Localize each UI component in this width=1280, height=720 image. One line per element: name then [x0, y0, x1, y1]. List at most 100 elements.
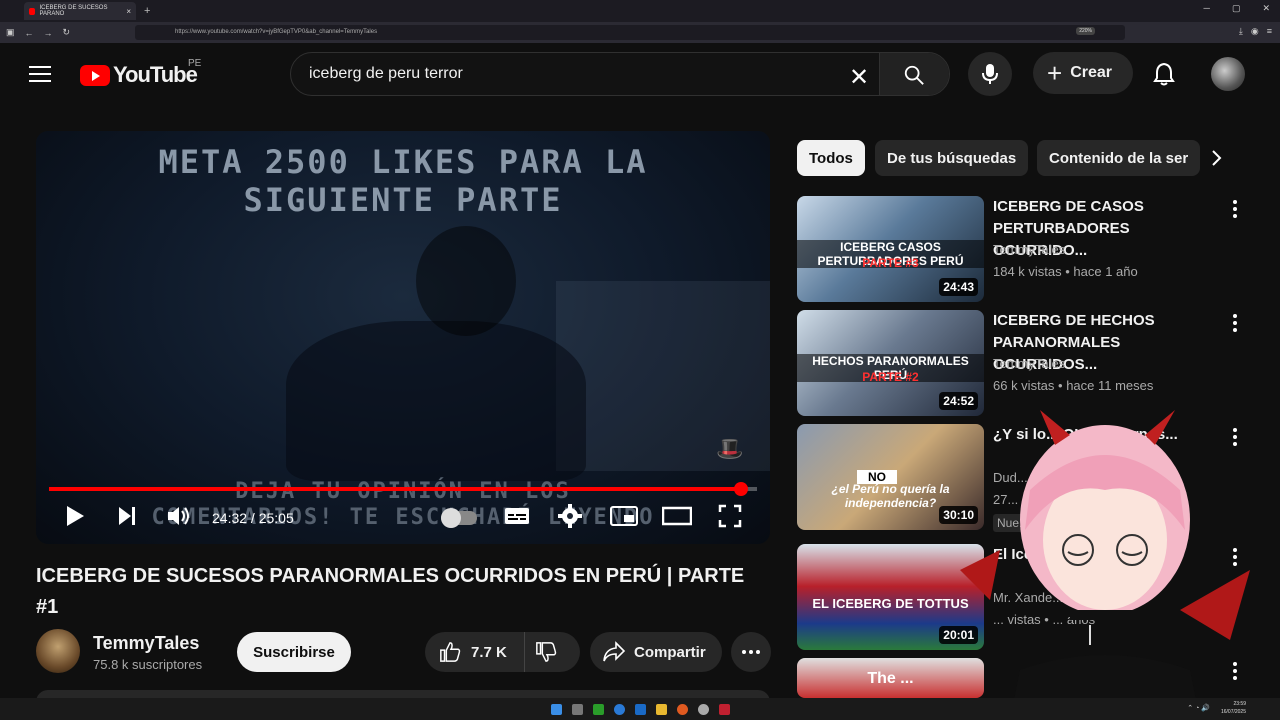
menu-icon[interactable]: ≡ [1267, 26, 1272, 37]
minimize-icon[interactable]: ─ [1204, 3, 1210, 14]
thumbnail-text: EL ICEBERG DE TOTTUS [812, 596, 969, 611]
recommendation-channel[interactable]: TemmyTales [993, 242, 1065, 257]
voice-search-button[interactable] [968, 52, 1012, 96]
new-tab-button[interactable]: + [144, 5, 150, 17]
more-horizontal-icon [742, 650, 760, 654]
recommendation-item[interactable]: ICEBERG CASOS PERTURBADORES PERÚ PARTE #… [797, 196, 1257, 302]
vtuber-avatar-overlay [960, 410, 1250, 720]
channel-watermark-icon[interactable]: 🎩 [716, 436, 743, 462]
app-icon[interactable] [697, 703, 709, 715]
share-arrow-icon [603, 641, 626, 662]
address-bar[interactable]: https://www.youtube.com/watch?v=jyBfGepT… [135, 25, 1125, 40]
like-dislike-group: 7.7 K [425, 632, 580, 672]
back-icon[interactable]: ← [25, 28, 34, 38]
recommendation-channel[interactable]: TemmyTales [993, 356, 1065, 371]
browser-navbar: ▣ ← → ↻ https://www.youtube.com/watch?v=… [0, 22, 1280, 43]
forward-icon[interactable]: → [44, 28, 53, 38]
video-duration: 24:52 [939, 392, 978, 410]
video-player[interactable]: META 2500 LIKES PARA LA SIGUIENTE PARTE … [36, 131, 770, 544]
app-icon-red[interactable] [718, 703, 730, 715]
channel-name[interactable]: TemmyTales [93, 633, 199, 654]
recommendation-thumbnail[interactable]: ICEBERG CASOS PERTURBADORES PERÚ PARTE #… [797, 196, 984, 302]
browser-tab-title: ICEBERG DE SUCESOS PARANO [39, 5, 108, 17]
account-avatar[interactable] [1211, 57, 1245, 91]
recommendation-thumbnail[interactable]: ¿el Perú no quería la independencia? NO … [797, 424, 984, 530]
download-icon[interactable]: ⤓ [1239, 26, 1243, 37]
progress-bar-fill [49, 487, 741, 491]
xbox-icon[interactable] [592, 703, 604, 715]
system-tray-icons[interactable]: ⌃ ◔ 🔊 [1187, 704, 1210, 712]
outlook-icon[interactable] [634, 703, 646, 715]
progress-scrubber-handle[interactable] [734, 482, 748, 496]
plus-icon: + [1047, 58, 1063, 88]
close-tab-icon[interactable]: × [126, 7, 131, 16]
channel-avatar[interactable] [36, 629, 80, 673]
recommendation-item[interactable]: HECHOS PARANORMALES PERÚ PARTE #2 24:52 … [797, 310, 1257, 416]
autoplay-toggle[interactable] [441, 508, 477, 528]
subscribe-button[interactable]: Suscribirse [237, 632, 351, 672]
recommendation-thumbnail[interactable]: HECHOS PARANORMALES PERÚ PARTE #2 24:52 [797, 310, 984, 416]
youtube-logo[interactable]: YouTube PE [80, 58, 201, 88]
task-view-icon[interactable] [571, 703, 583, 715]
create-label: Crear [1070, 64, 1112, 81]
zoom-badge[interactable]: 220% [1076, 27, 1095, 35]
more-vertical-icon[interactable] [1233, 314, 1237, 332]
edge-icon[interactable] [613, 703, 625, 715]
thumbnail-subtext: PARTE #2 [862, 370, 919, 384]
chip-contenido-de-la-serie[interactable]: Contenido de la ser [1037, 140, 1201, 176]
thumbs-up-icon [440, 642, 461, 662]
next-icon[interactable] [116, 504, 138, 528]
youtube-header: YouTube PE ✕ + Crear [0, 43, 1280, 105]
search-input[interactable] [309, 65, 829, 83]
browser-toolbar-icons: ⤓ ◉ ≡ [1239, 26, 1272, 37]
browser-tab[interactable]: ICEBERG DE SUCESOS PARANO × [24, 2, 136, 20]
recommendation-thumbnail[interactable]: EL ICEBERG DE TOTTUS 20:01 [797, 544, 984, 650]
thumbs-down-icon[interactable] [535, 641, 557, 663]
reload-icon[interactable]: ↻ [63, 27, 71, 38]
browser-tab-strip: ICEBERG DE SUCESOS PARANO × + ─ ▢ ✕ [0, 0, 1280, 22]
video-duration: 24:43 [939, 278, 978, 296]
chip-de-tus-busquedas[interactable]: De tus búsquedas [875, 140, 1029, 176]
extension-icon[interactable]: ◉ [1251, 26, 1259, 37]
url-text: https://www.youtube.com/watch?v=jyBfGepT… [175, 29, 378, 35]
progress-bar[interactable] [49, 482, 757, 496]
settings-gear-icon[interactable] [558, 504, 582, 528]
theater-mode-icon[interactable] [662, 504, 692, 528]
taskbar-clock[interactable]: 23:59 16/07/2025 [1221, 700, 1246, 716]
country-code: PE [188, 58, 202, 69]
file-explorer-icon[interactable] [655, 703, 667, 715]
sidebar-toggle-icon[interactable]: ▣ [6, 27, 15, 38]
fullscreen-icon[interactable] [718, 504, 742, 528]
search-button[interactable] [879, 53, 949, 95]
os-taskbar: ⌃ ◔ 🔊 23:59 16/07/2025 [0, 698, 1280, 720]
play-icon[interactable] [64, 504, 86, 528]
recommendation-thumbnail[interactable]: The ... [797, 658, 984, 698]
share-button[interactable]: Compartir [590, 632, 722, 672]
close-window-icon[interactable]: ✕ [1262, 3, 1270, 14]
more-actions-button[interactable] [731, 632, 771, 672]
maximize-icon[interactable]: ▢ [1232, 3, 1241, 14]
firefox-icon[interactable] [676, 703, 688, 715]
filter-chips: Todos De tus búsquedas Contenido de la s… [797, 140, 1227, 176]
youtube-favicon-icon [29, 7, 36, 15]
search-icon [904, 65, 924, 85]
microphone-icon [982, 64, 998, 84]
more-vertical-icon[interactable] [1233, 200, 1237, 218]
start-menu-icon[interactable] [550, 703, 562, 715]
thumbnail-subtext: PARTE #3 [862, 256, 919, 270]
player-controls: 24:32 / 25:05 [36, 499, 770, 535]
chevron-right-icon[interactable] [1210, 149, 1224, 167]
volume-icon[interactable] [166, 504, 192, 528]
create-button[interactable]: + Crear [1033, 52, 1133, 94]
subtitles-icon[interactable] [504, 504, 530, 528]
window-controls: ─ ▢ ✕ [1204, 3, 1270, 14]
like-button[interactable]: 7.7 K [425, 632, 525, 672]
video-overlay-text-top: META 2500 LIKES PARA LA SIGUIENTE PARTE [158, 143, 648, 219]
notifications-bell-icon[interactable] [1153, 62, 1175, 86]
time-display: 24:32 / 25:05 [212, 510, 294, 526]
miniplayer-icon[interactable] [610, 504, 638, 528]
hamburger-menu-icon[interactable] [29, 66, 51, 82]
chip-todos[interactable]: Todos [797, 140, 865, 176]
clear-search-icon[interactable]: ✕ [849, 63, 869, 92]
recommendation-meta: 184 k vistas • hace 1 año [993, 264, 1138, 279]
